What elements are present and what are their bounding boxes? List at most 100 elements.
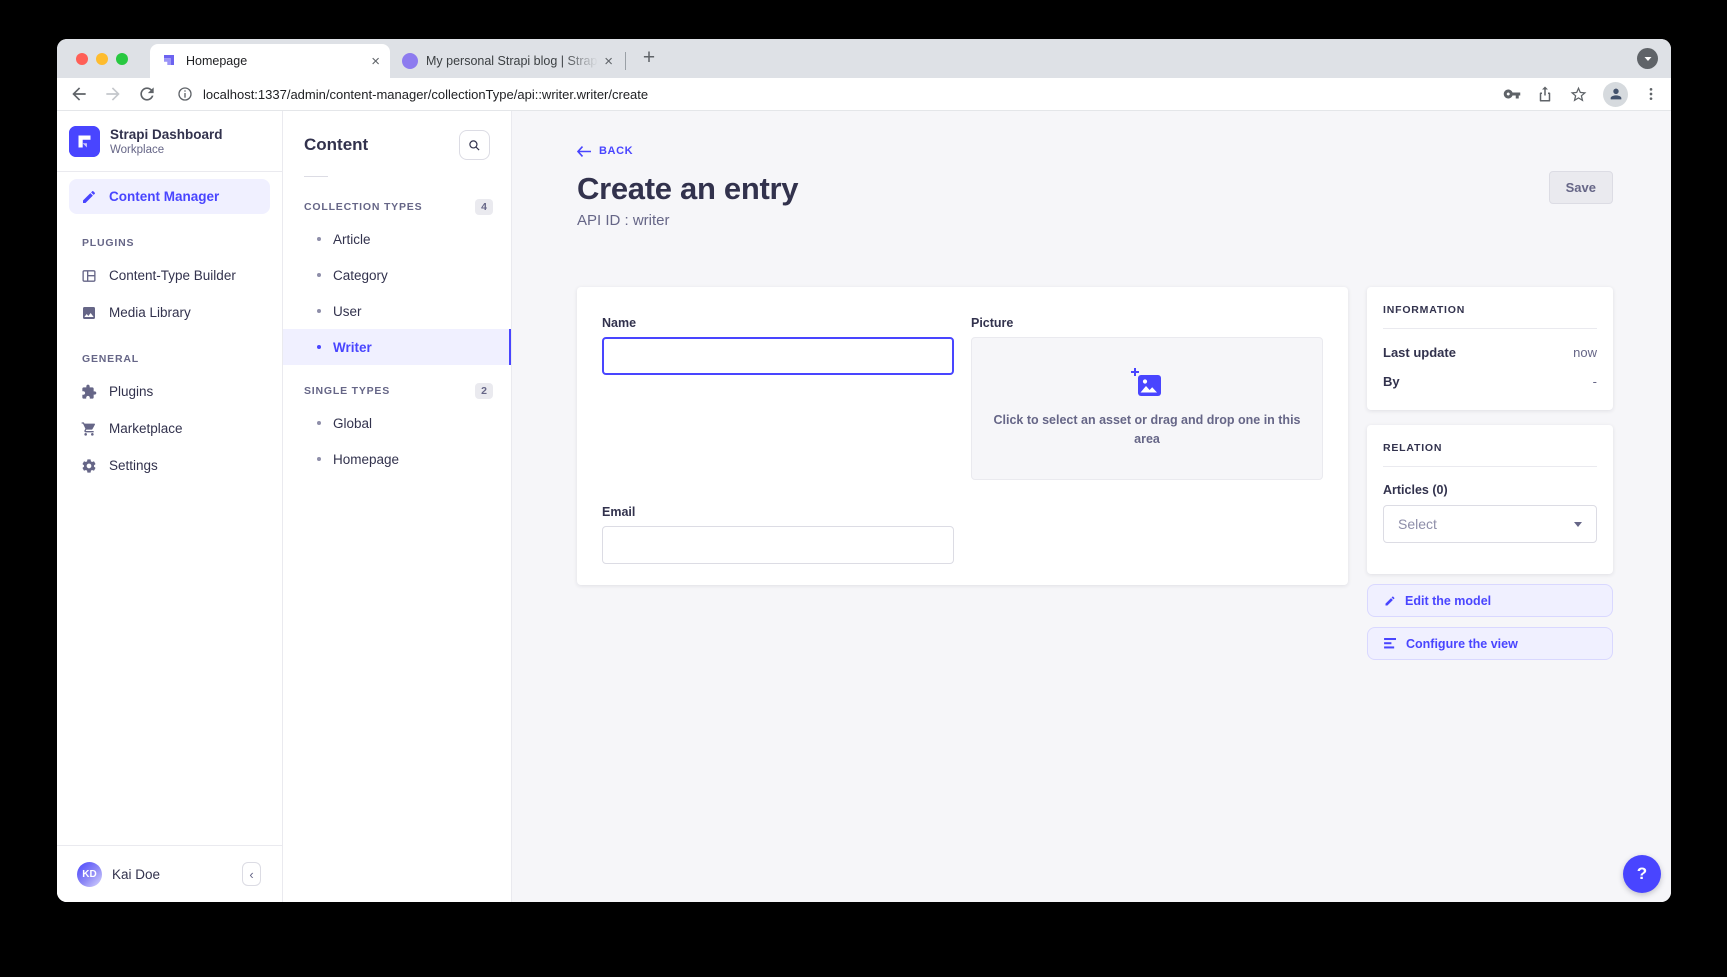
nav-item-writer[interactable]: Writer (283, 329, 511, 365)
tab-title: My personal Strapi blog | Strap (426, 54, 598, 68)
share-icon[interactable] (1536, 85, 1554, 103)
sidebar-item-label: Content-Type Builder (109, 268, 236, 283)
macos-traffic-lights (76, 53, 128, 65)
close-tab-icon[interactable]: × (371, 54, 380, 69)
chevron-down-icon (1643, 54, 1653, 64)
help-button[interactable]: ? (1623, 855, 1661, 893)
user-name: Kai Doe (112, 867, 160, 882)
user-avatar[interactable]: KD (77, 862, 102, 887)
password-key-icon[interactable] (1503, 85, 1521, 103)
caret-down-icon (1574, 522, 1582, 527)
nav-item-homepage[interactable]: Homepage (283, 441, 511, 477)
search-icon (468, 139, 481, 152)
sidebar-item-content-type-builder[interactable]: Content-Type Builder (69, 258, 270, 293)
api-id-subtitle: API ID : writer (577, 212, 1613, 229)
reload-icon[interactable] (137, 84, 157, 104)
browser-window: Homepage × My personal Strapi blog | Str… (57, 39, 1671, 902)
page-info-icon[interactable] (177, 86, 193, 102)
browser-tab-strapi-blog[interactable]: My personal Strapi blog | Strap × (390, 44, 623, 78)
information-panel: INFORMATION Last update now By - (1367, 287, 1613, 410)
forward-icon[interactable] (103, 84, 123, 104)
back-link[interactable]: BACK (577, 145, 633, 157)
bullet-icon (317, 273, 321, 277)
articles-select[interactable]: Select (1383, 505, 1597, 543)
nav-item-user[interactable]: User (283, 293, 511, 329)
pen-icon (81, 189, 97, 205)
configure-view-button[interactable]: Configure the view (1367, 627, 1613, 660)
minimize-window-button[interactable] (96, 53, 108, 65)
sidebar-item-settings[interactable]: Settings (69, 448, 270, 483)
close-tab-icon[interactable]: × (604, 54, 613, 69)
workspace-subtitle: Workplace (110, 144, 223, 156)
sidebar-item-label: Plugins (109, 384, 153, 399)
nav-item-label: Category (333, 268, 388, 283)
strapi-favicon-icon (162, 53, 178, 69)
sidebar-item-plugins[interactable]: Plugins (69, 374, 270, 409)
browser-tab-homepage[interactable]: Homepage × (150, 44, 390, 78)
gear-icon (81, 458, 97, 474)
add-image-icon (1130, 368, 1164, 399)
tab-title: Homepage (186, 54, 365, 68)
collection-types-count-badge: 4 (475, 199, 493, 215)
workspace-brand[interactable]: Strapi Dashboard Workplace (57, 111, 282, 171)
search-button[interactable] (459, 130, 490, 160)
sidebar-item-media-library[interactable]: Media Library (69, 295, 270, 330)
filter-lines-icon (1384, 638, 1397, 649)
sidebar-divider (57, 171, 282, 172)
last-update-value: now (1573, 345, 1597, 360)
sidebar-section-title: PLUGINS (57, 215, 282, 257)
name-field-group: Name (602, 316, 954, 375)
person-icon (1608, 86, 1624, 102)
tab-search-button[interactable] (1637, 48, 1658, 69)
email-input[interactable] (602, 526, 954, 564)
section-title-collection-types: COLLECTION TYPES (304, 201, 422, 213)
cart-icon (81, 421, 97, 437)
browser-menu-icon[interactable] (1643, 86, 1659, 102)
bookmark-star-icon[interactable] (1569, 85, 1588, 104)
sidebar-user-footer: KD Kai Doe ‹ (57, 845, 282, 902)
edit-model-button[interactable]: Edit the model (1367, 584, 1613, 617)
entry-form-card: Name Picture (577, 287, 1348, 585)
relation-title: RELATION (1383, 442, 1597, 454)
browser-tabbar: Homepage × My personal Strapi blog | Str… (57, 39, 1671, 78)
zoom-window-button[interactable] (116, 53, 128, 65)
name-input[interactable] (602, 337, 954, 375)
bullet-icon (317, 457, 321, 461)
url-text: localhost:1337/admin/content-manager/col… (203, 87, 648, 102)
sidebar-item-label: Content Manager (109, 189, 219, 204)
workspace-title: Strapi Dashboard (110, 127, 223, 144)
content-subnav: Content COLLECTION TYPES 4 Article Categ… (283, 111, 512, 902)
panel-divider (1383, 328, 1597, 329)
strapi-logo-icon (69, 126, 100, 157)
omnibox[interactable]: localhost:1337/admin/content-manager/col… (177, 86, 1503, 102)
nav-item-article[interactable]: Article (283, 221, 511, 257)
nav-item-label: Article (333, 232, 371, 247)
nav-item-category[interactable]: Category (283, 257, 511, 293)
new-tab-button[interactable]: + (636, 46, 662, 70)
browser-addressbar: localhost:1337/admin/content-manager/col… (57, 78, 1671, 111)
nav-item-label: User (333, 304, 362, 319)
by-label: By (1383, 374, 1400, 389)
save-button[interactable]: Save (1549, 171, 1613, 204)
close-window-button[interactable] (76, 53, 88, 65)
articles-relation-label: Articles (0) (1383, 483, 1597, 497)
subnav-title: Content (304, 135, 368, 155)
email-field-group: Email (602, 505, 954, 564)
image-icon (81, 305, 97, 321)
strapi-admin-app: Strapi Dashboard Workplace Content Manag… (57, 111, 1671, 902)
back-icon[interactable] (69, 84, 89, 104)
sidebar-item-marketplace[interactable]: Marketplace (69, 411, 270, 446)
section-title-single-types: SINGLE TYPES (304, 385, 390, 397)
browser-profile-avatar[interactable] (1603, 82, 1628, 107)
nav-item-label: Homepage (333, 452, 399, 467)
collapse-sidebar-button[interactable]: ‹ (242, 862, 261, 886)
bullet-icon (317, 309, 321, 313)
single-types-count-badge: 2 (475, 383, 493, 399)
picture-upload-dropzone[interactable]: Click to select an asset or drag and dro… (971, 337, 1323, 480)
relation-panel: RELATION Articles (0) Select (1367, 425, 1613, 574)
nav-item-global[interactable]: Global (283, 405, 511, 441)
purple-dot-favicon-icon (402, 53, 418, 69)
addressbar-actions (1503, 82, 1659, 107)
layout-icon (81, 268, 97, 284)
sidebar-item-content-manager[interactable]: Content Manager (69, 179, 270, 214)
